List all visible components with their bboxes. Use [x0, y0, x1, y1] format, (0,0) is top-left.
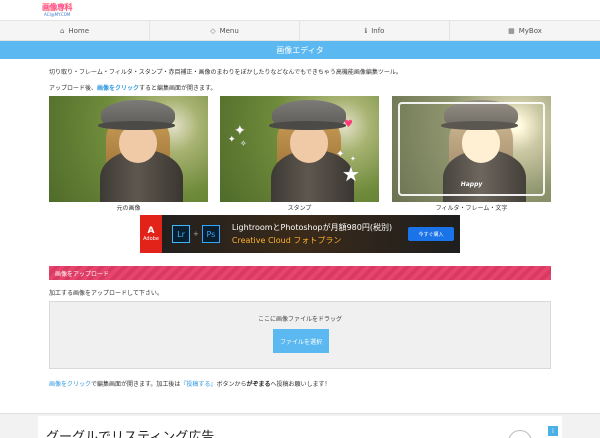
- diamond-icon: ◇: [210, 26, 216, 35]
- site-name: がぞまる: [246, 381, 271, 388]
- sample-gallery: ✦ ✦ ✧ ♥ ✦ ✦ ★ Happy 元の画像 スタンプ フィルタ・フレーム・…: [0, 96, 600, 216]
- main-nav: ⌂ Home ◇ Menu ℹ Info ▦ MyBox: [0, 20, 600, 41]
- info-icon: ℹ: [364, 26, 368, 35]
- nav-label-home: Home: [68, 26, 90, 35]
- nav-item-home[interactable]: ⌂ Home: [0, 21, 150, 40]
- nav-label-info: Info: [371, 26, 385, 35]
- nav-label-mybox: MyBox: [518, 26, 542, 35]
- nav-item-info[interactable]: ℹ Info: [300, 21, 450, 40]
- intro-instruction: アップロード後、画像をクリックすると編集画面が開きます。: [49, 83, 216, 92]
- home-icon: ⌂: [59, 26, 65, 35]
- nav-item-menu[interactable]: ◇ Menu: [150, 21, 300, 40]
- nav-label-menu: Menu: [219, 26, 239, 35]
- upload-instruction: 加工する画像をアップロードして下さい。: [49, 290, 163, 297]
- sample-original-image: [49, 96, 208, 202]
- drop-zone-label: ここに画像ファイルをドラッグ: [257, 316, 342, 323]
- star-icon: ★: [342, 162, 360, 186]
- bottom-ad-banner[interactable]: グーグルでリスティング広告 i: [0, 413, 600, 438]
- intro-prefix: アップロード後、: [49, 85, 98, 92]
- top-bar: 画像専科 ACI@MY.COM: [0, 0, 600, 20]
- bottom-ad-content[interactable]: グーグルでリスティング広告 i: [38, 416, 562, 438]
- note-text-2: ボタンから: [216, 381, 247, 388]
- lightroom-icon: Lr: [172, 225, 190, 243]
- page-title: 画像エディタ: [276, 45, 324, 55]
- select-file-button[interactable]: ファイルを選択: [273, 329, 329, 353]
- sample-stamp-image: ✦ ✦ ✧ ♥ ✦ ✦ ★: [220, 96, 379, 202]
- ad-info-icon[interactable]: i: [548, 426, 558, 436]
- heart-icon: ♥: [344, 119, 353, 130]
- post-instruction: 画像をクリックで編集画面が開きます。加工後は『投稿する』ボタンからがぞまるへ投稿…: [49, 379, 330, 388]
- sample-caption: スタンプ: [287, 205, 312, 212]
- sample-filter-frame-image: Happy: [392, 96, 551, 202]
- intro-suffix: すると編集画面が開きます。: [139, 85, 217, 92]
- post-button-label: 『投稿する』: [180, 381, 217, 388]
- intro-description: 切り取り・フレーム・フィルタ・スタンプ・赤目補正・画像のまわりをぼかしたりなどな…: [49, 69, 402, 76]
- overlay-text: Happy: [460, 181, 483, 188]
- adobe-ad-banner[interactable]: A Adobe Lr + Ps LightroomとPhotoshopが月額98…: [140, 215, 460, 253]
- ad-headline: LightroomとPhotoshopが月額980円(税別): [231, 223, 393, 232]
- star-icon: ✦: [336, 149, 345, 160]
- page-title-banner: 画像エディタ: [0, 41, 600, 59]
- nav-item-mybox[interactable]: ▦ MyBox: [450, 21, 600, 40]
- photoshop-icon: Ps: [201, 225, 220, 243]
- grid-icon: ▦: [508, 26, 515, 35]
- star-icon: ✧: [240, 139, 247, 148]
- upload-section-header: 画像をアップロード: [49, 266, 551, 280]
- ad-subheadline: Creative Cloud フォトプラン: [231, 236, 342, 245]
- adobe-logo: A Adobe: [140, 215, 162, 253]
- ad-arrow-icon[interactable]: [508, 430, 532, 438]
- click-image-link-bottom[interactable]: 画像をクリック: [49, 381, 91, 388]
- star-icon: ✦: [228, 135, 236, 145]
- adobe-brand-label: Adobe: [143, 236, 159, 242]
- ad-buy-button[interactable]: 今すぐ購入: [408, 227, 454, 241]
- note-text-1: で編集画面が開きます。加工後は: [91, 381, 181, 388]
- sample-caption: 元の画像: [116, 205, 141, 212]
- logo-subtext: ACI@MY.COM: [44, 12, 71, 17]
- note-text-3: へ投稿お願いします！: [270, 381, 331, 388]
- site-logo[interactable]: 画像専科 ACI@MY.COM: [42, 2, 76, 18]
- plus-icon: +: [193, 230, 199, 238]
- click-image-link[interactable]: 画像をクリック: [97, 85, 139, 92]
- bottom-ad-text: グーグルでリスティング広告: [46, 430, 215, 438]
- file-drop-zone[interactable]: ここに画像ファイルをドラッグ ファイルを選択: [49, 301, 551, 369]
- sample-caption: フィルタ・フレーム・文字: [435, 205, 508, 212]
